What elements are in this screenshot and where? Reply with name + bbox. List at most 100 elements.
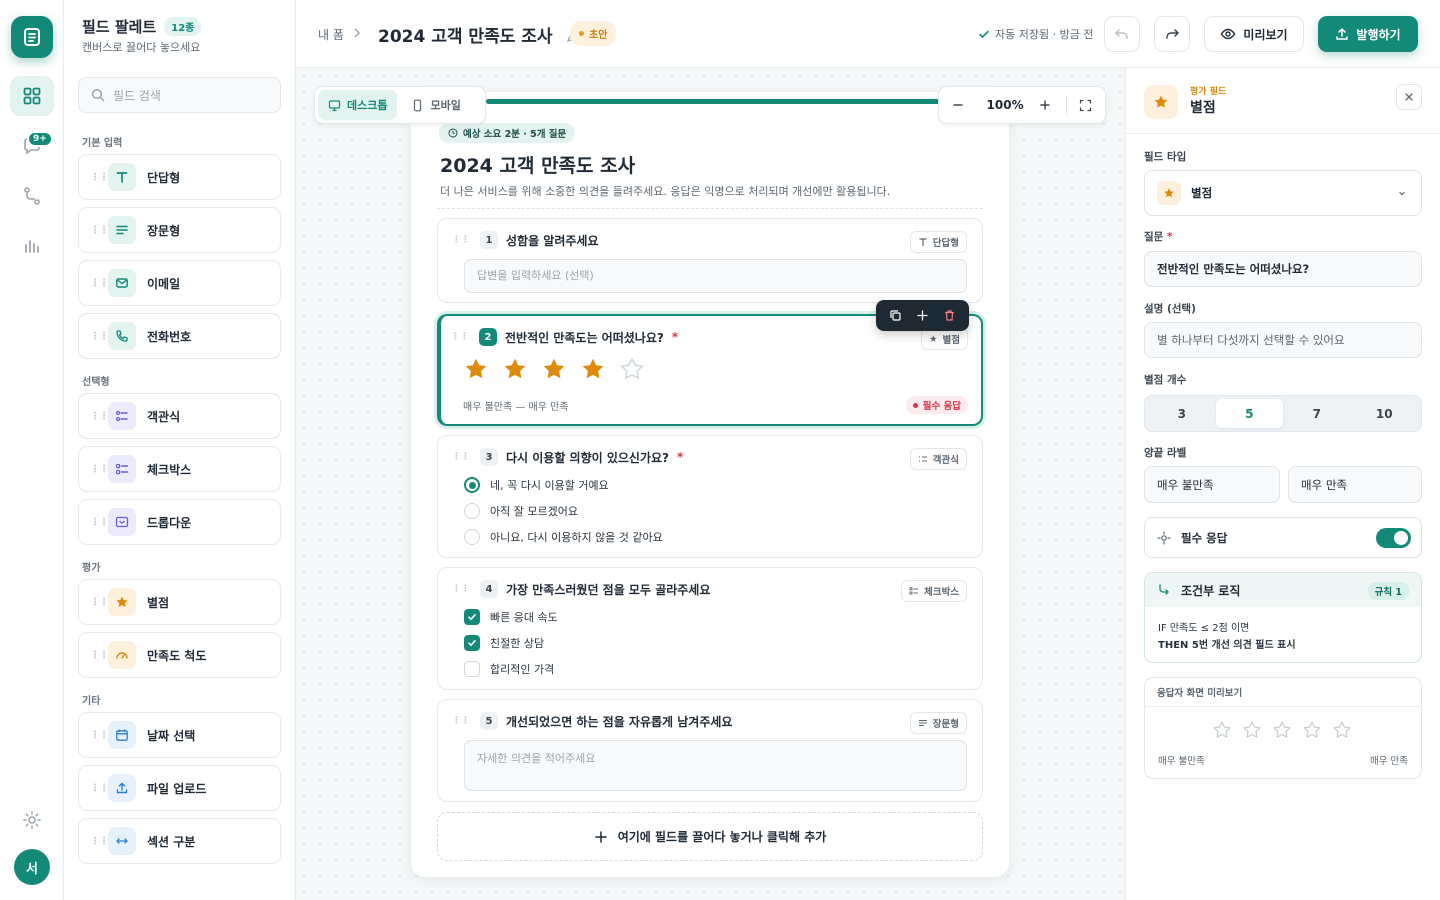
end-label-high-input[interactable]: 매우 만족 [1288,466,1422,503]
redo-button[interactable] [1154,16,1190,52]
conditional-logic-card[interactable]: 조건부 로직 규칙 1 IF 만족도 ≤ 2점 이면 THEN 5번 개선 의견… [1144,572,1422,663]
radio-option-1[interactable]: 네, 꼭 다시 이용할 거예요 [464,477,609,493]
star-empty-icon[interactable] [1302,720,1322,740]
add-below-button[interactable] [916,309,929,322]
drag-handle-icon[interactable]: ⋮⋮ [452,452,470,462]
user-avatar[interactable]: 서 [14,849,50,885]
radio-option-2[interactable]: 아직 잘 모르겠어요 [464,503,578,519]
type-badge-label: 장문형 [932,719,959,730]
question-card-4[interactable]: ⋮⋮ 4 가장 만족스러웠던 점을 모두 골라주세요 체크박스 빠른 응대 속도 친… [437,567,983,690]
star-count-selector: 3 5 7 10 [1144,395,1422,432]
breadcrumb-my-forms[interactable]: 내 폼 [318,26,344,43]
drag-handle-icon[interactable]: ⋮⋮ [452,716,470,726]
palette-count-badge: 12종 [164,17,202,36]
field-palette: 필드 팔레트 12종 캔버스로 끌어다 놓으세요 필드 검색 기본 입력 ⋮⋮ 단… [64,0,296,900]
star-filled-icon[interactable] [541,356,567,382]
star-count-option[interactable]: 3 [1148,399,1216,428]
star-filled-icon[interactable] [463,356,489,382]
field-type-label: 필드 타입 [1144,151,1187,163]
publish-button[interactable]: 발행하기 [1318,16,1418,52]
device-desktop-tab[interactable]: 데스크톱 [318,90,398,120]
checkbox-option-2[interactable]: 친절한 상담 [464,635,544,651]
palette-item-email[interactable]: ⋮⋮ 이메일 [78,260,281,306]
short-answer-input[interactable]: 답변을 입력하세요 (선택) [464,259,967,293]
plus-icon [1040,100,1050,110]
palette-item-satisfaction-scale[interactable]: ⋮⋮ 만족도 척도 [78,632,281,678]
palette-item-label: 파일 업로드 [147,781,207,796]
palette-item-long-text[interactable]: ⋮⋮ 장문형 [78,207,281,253]
palette-item-multiple-choice[interactable]: ⋮⋮ 객관식 [78,393,281,439]
question-input[interactable]: 전반적인 만족도는 어떠셨나요? [1144,251,1422,287]
rail-settings-button[interactable] [10,800,54,840]
palette-item-file-upload[interactable]: ⋮⋮ 파일 업로드 [78,765,281,811]
radio-selected[interactable] [464,477,480,493]
star-filled-icon[interactable] [580,356,606,382]
duplicate-button[interactable] [889,309,902,322]
palette-item-date[interactable]: ⋮⋮ 날짜 선택 [78,712,281,758]
star-empty-icon[interactable] [1242,720,1262,740]
checkbox-checked[interactable] [464,635,480,651]
checkbox[interactable] [464,661,480,677]
zoom-in-button[interactable] [1033,99,1058,111]
palette-item-label: 섹션 구분 [147,834,196,849]
field-search-input[interactable]: 필드 검색 [78,77,281,113]
palette-item-checkbox[interactable]: ⋮⋮ 체크박스 [78,446,281,492]
question-header: ⋮⋮ 5 개선되었으면 하는 점을 자유롭게 남겨주세요 [452,712,732,730]
rail-logic-button[interactable] [10,176,54,216]
rail-builder-button[interactable] [10,76,54,116]
form-card: 예상 소요 2분 · 5개 질문 2024 고객 만족도 조사 더 나은 서비스… [411,92,1009,877]
form-description[interactable]: 더 나은 서비스를 위해 소중한 의견을 들려주세요. 응답은 익명으로 처리되… [440,183,890,199]
estimate-badge: 예상 소요 2분 · 5개 질문 [439,123,576,143]
close-panel-button[interactable] [1396,84,1422,110]
radio[interactable] [464,529,480,545]
fullscreen-button[interactable] [1067,99,1105,112]
question-card-3[interactable]: ⋮⋮ 3 다시 이용할 의향이 있으신가요? * 객관식 네, 꼭 다시 이용할 거예… [437,435,983,558]
description-input[interactable]: 별 하나부터 다섯까지 선택할 수 있어요 [1144,322,1422,358]
long-answer-textarea[interactable]: 자세한 의견을 적어주세요 [464,740,967,791]
rail-analytics-button[interactable] [10,226,54,266]
form-title[interactable]: 2024 고객 만족도 조사 [440,151,635,178]
star-empty-icon[interactable] [1332,720,1352,740]
drag-handle-icon[interactable]: ⋮⋮ [452,584,470,594]
star-empty-icon[interactable] [1272,720,1292,740]
checkbox-option-1[interactable]: 빠른 응대 속도 [464,609,558,625]
checkbox-checked[interactable] [464,609,480,625]
palette-item-star-rating[interactable]: ⋮⋮ 별점 [78,579,281,625]
add-field-dropzone[interactable]: 여기에 필드를 끌어다 놓거나 클릭해 추가 [437,812,983,861]
star-filled-icon[interactable] [502,356,528,382]
option-label: 아직 잘 모르겠어요 [490,505,578,518]
delete-button[interactable] [943,309,956,322]
drag-handle-icon[interactable]: ⋮⋮ [452,235,470,245]
required-toggle[interactable] [1376,528,1411,548]
star-count-option[interactable]: 7 [1283,399,1351,428]
end-label-low-input[interactable]: 매우 불만족 [1144,466,1280,503]
page-title[interactable]: 2024 고객 만족도 조사 [378,22,578,47]
chevron-right-icon [352,27,362,39]
star-count-option[interactable]: 10 [1351,399,1419,428]
checkbox-option-3[interactable]: 합리적인 가격 [464,661,554,677]
drag-handle-icon[interactable]: ⋮⋮ [451,332,469,342]
question-card-1[interactable]: ⋮⋮ 1 성함을 알려주세요 단답형 답변을 입력하세요 (선택) [437,218,983,303]
question-number: 2 [479,328,497,346]
question-card-5[interactable]: ⋮⋮ 5 개선되었으면 하는 점을 자유롭게 남겨주세요 장문형 자세한 의견을 적… [437,699,983,802]
progress-bar [486,99,940,104]
star-count-option-selected[interactable]: 5 [1215,399,1283,428]
plus-icon [594,830,607,843]
device-mobile-tab[interactable]: 모바일 [401,90,470,120]
radio-option-3[interactable]: 아니요, 다시 이용하지 않을 것 같아요 [464,529,663,545]
undo-button[interactable] [1104,16,1140,52]
zoom-level: 100% [986,98,1024,112]
preview-button[interactable]: 미리보기 [1204,16,1304,52]
palette-item-short-text[interactable]: ⋮⋮ 단답형 [78,154,281,200]
monitor-icon [328,99,341,111]
palette-item-dropdown[interactable]: ⋮⋮ 드롭다운 [78,499,281,545]
status-dot [579,31,584,36]
palette-item-phone[interactable]: ⋮⋮ 전화번호 [78,313,281,359]
radio[interactable] [464,503,480,519]
star-empty-icon[interactable] [1212,720,1232,740]
app-logo[interactable] [11,16,53,58]
field-type-select[interactable]: 별점 [1144,170,1422,216]
star-empty-icon[interactable] [619,356,645,382]
zoom-out-button[interactable] [939,99,977,111]
palette-item-section-divider[interactable]: ⋮⋮ 섹션 구분 [78,818,281,864]
